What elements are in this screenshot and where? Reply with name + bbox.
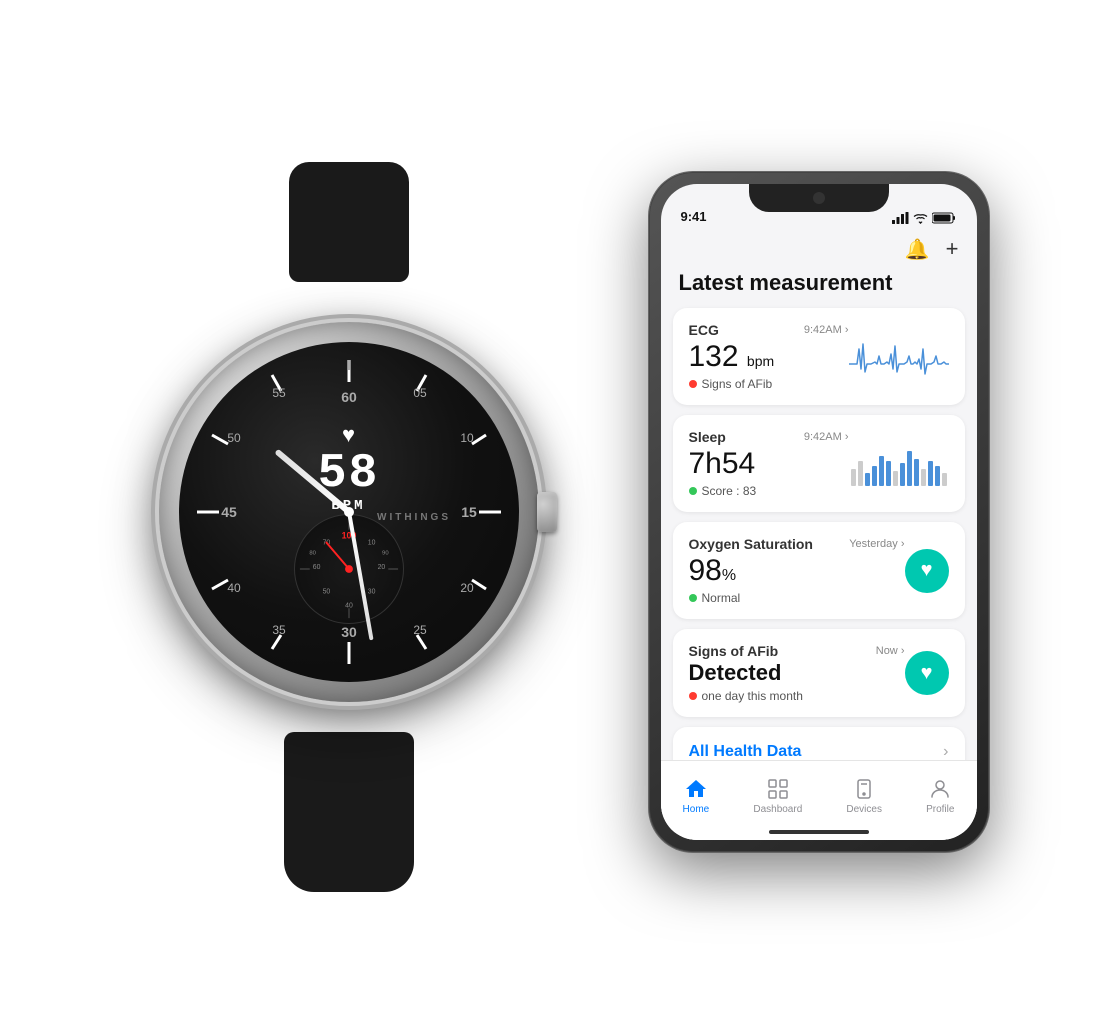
afib-title: Signs of AFib bbox=[689, 643, 779, 659]
oxygen-card[interactable]: Oxygen Saturation Yesterday › 98% bbox=[673, 522, 965, 619]
battery-icon bbox=[932, 212, 957, 224]
ecg-title-row: ECG 9:42AM › bbox=[689, 322, 849, 338]
nav-dashboard-label: Dashboard bbox=[753, 804, 802, 815]
all-health-label: All Health Data bbox=[689, 743, 802, 761]
oxygen-value: 98% bbox=[689, 554, 905, 587]
watch-hands bbox=[179, 342, 519, 682]
notch-camera bbox=[813, 192, 825, 204]
afib-title-row: Signs of AFib Now › bbox=[689, 643, 905, 659]
sleep-timestamp: 9:42AM › bbox=[804, 431, 849, 443]
nav-devices-label: Devices bbox=[846, 804, 882, 815]
ecg-status-dot bbox=[689, 380, 697, 388]
main-container: // We'll handle this via SVG directly be… bbox=[0, 0, 1097, 1024]
afib-card-left: Signs of AFib Now › Detected one day thi… bbox=[689, 643, 905, 703]
phone-frame: 9:41 bbox=[649, 172, 989, 852]
ecg-timestamp: 9:42AM › bbox=[804, 324, 849, 336]
ecg-chart bbox=[849, 334, 949, 379]
add-button[interactable]: + bbox=[946, 236, 959, 262]
nav-home-label: Home bbox=[683, 804, 710, 815]
nav-home[interactable]: Home bbox=[683, 777, 710, 815]
watch-outer: // We'll handle this via SVG directly be… bbox=[139, 252, 559, 772]
dashboard-icon bbox=[766, 777, 790, 801]
band-top bbox=[289, 162, 409, 282]
oxygen-title: Oxygen Saturation bbox=[689, 536, 813, 552]
afib-heart-icon: ♥ bbox=[905, 651, 949, 695]
status-icons bbox=[892, 212, 957, 224]
devices-icon bbox=[852, 777, 876, 801]
oxygen-heart-icon: ♥ bbox=[905, 549, 949, 593]
oxygen-status: Normal bbox=[689, 591, 905, 605]
cards-container: ECG 9:42AM › 132 bpm bbox=[661, 308, 977, 717]
sleep-status-dot bbox=[689, 487, 697, 495]
nav-profile-label: Profile bbox=[926, 804, 954, 815]
sleep-chart bbox=[849, 441, 949, 486]
ecg-value: 132 bpm bbox=[689, 340, 849, 373]
sleep-card-left: Sleep 9:42AM › 7h54 bbox=[689, 429, 849, 498]
signal-icon bbox=[892, 212, 909, 224]
notification-bell-icon[interactable]: 🔔 bbox=[905, 237, 930, 262]
sleep-title: Sleep bbox=[689, 429, 726, 445]
sleep-status: Score : 83 bbox=[689, 484, 849, 498]
home-indicator bbox=[769, 830, 869, 834]
phone-container: 9:41 bbox=[649, 172, 989, 852]
afib-status-dot bbox=[689, 692, 697, 700]
status-time: 9:41 bbox=[681, 209, 707, 224]
afib-timestamp: Now › bbox=[876, 645, 905, 657]
wifi-icon bbox=[913, 212, 928, 224]
afib-status: one day this month bbox=[689, 689, 905, 703]
home-icon bbox=[684, 777, 708, 801]
page-title: Latest measurement bbox=[661, 266, 977, 308]
sleep-title-row: Sleep 9:42AM › bbox=[689, 429, 849, 445]
bottom-nav: Home Dashboard bbox=[661, 760, 977, 840]
hour-hand bbox=[274, 449, 351, 515]
watch-case: // We'll handle this via SVG directly be… bbox=[159, 322, 539, 702]
oxygen-timestamp: Yesterday › bbox=[849, 538, 904, 550]
app-content: 🔔 + Latest measurement ECG bbox=[661, 228, 977, 840]
watch-crown bbox=[537, 492, 557, 532]
profile-icon bbox=[928, 777, 952, 801]
afib-value: Detected bbox=[689, 661, 905, 685]
ecg-card-left: ECG 9:42AM › 132 bpm bbox=[689, 322, 849, 391]
oxygen-status-dot bbox=[689, 594, 697, 602]
minute-hand bbox=[347, 512, 374, 641]
afib-card[interactable]: Signs of AFib Now › Detected one day thi… bbox=[673, 629, 965, 717]
oxygen-title-row: Oxygen Saturation Yesterday › bbox=[689, 536, 905, 552]
ecg-title: ECG bbox=[689, 322, 719, 338]
notch bbox=[749, 184, 889, 212]
oxygen-card-left: Oxygen Saturation Yesterday › 98% bbox=[689, 536, 905, 605]
sleep-value: 7h54 bbox=[689, 447, 849, 480]
all-health-chevron: › bbox=[943, 743, 948, 761]
ecg-card[interactable]: ECG 9:42AM › 132 bpm bbox=[673, 308, 965, 405]
nav-dashboard[interactable]: Dashboard bbox=[753, 777, 802, 815]
nav-devices[interactable]: Devices bbox=[846, 777, 882, 815]
watch-dial: // We'll handle this via SVG directly be… bbox=[179, 342, 519, 682]
watch-container: // We'll handle this via SVG directly be… bbox=[109, 212, 589, 812]
phone-screen: 9:41 bbox=[661, 184, 977, 840]
ecg-status: Signs of AFib bbox=[689, 377, 849, 391]
center-dot bbox=[344, 507, 354, 517]
nav-profile[interactable]: Profile bbox=[926, 777, 954, 815]
sleep-card[interactable]: Sleep 9:42AM › 7h54 bbox=[673, 415, 965, 512]
band-bottom bbox=[284, 732, 414, 892]
app-topbar: 🔔 + bbox=[661, 228, 977, 266]
